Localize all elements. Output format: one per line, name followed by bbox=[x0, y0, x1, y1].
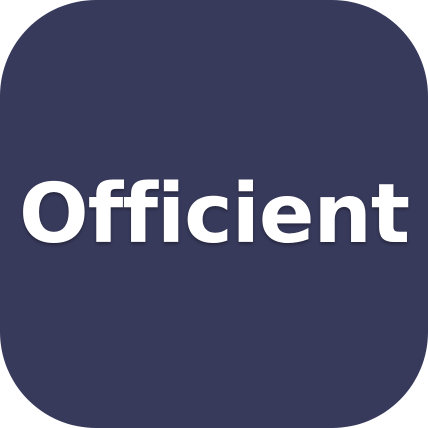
app-wordmark: Officient bbox=[18, 167, 410, 262]
app-icon[interactable]: Officient bbox=[0, 0, 428, 428]
